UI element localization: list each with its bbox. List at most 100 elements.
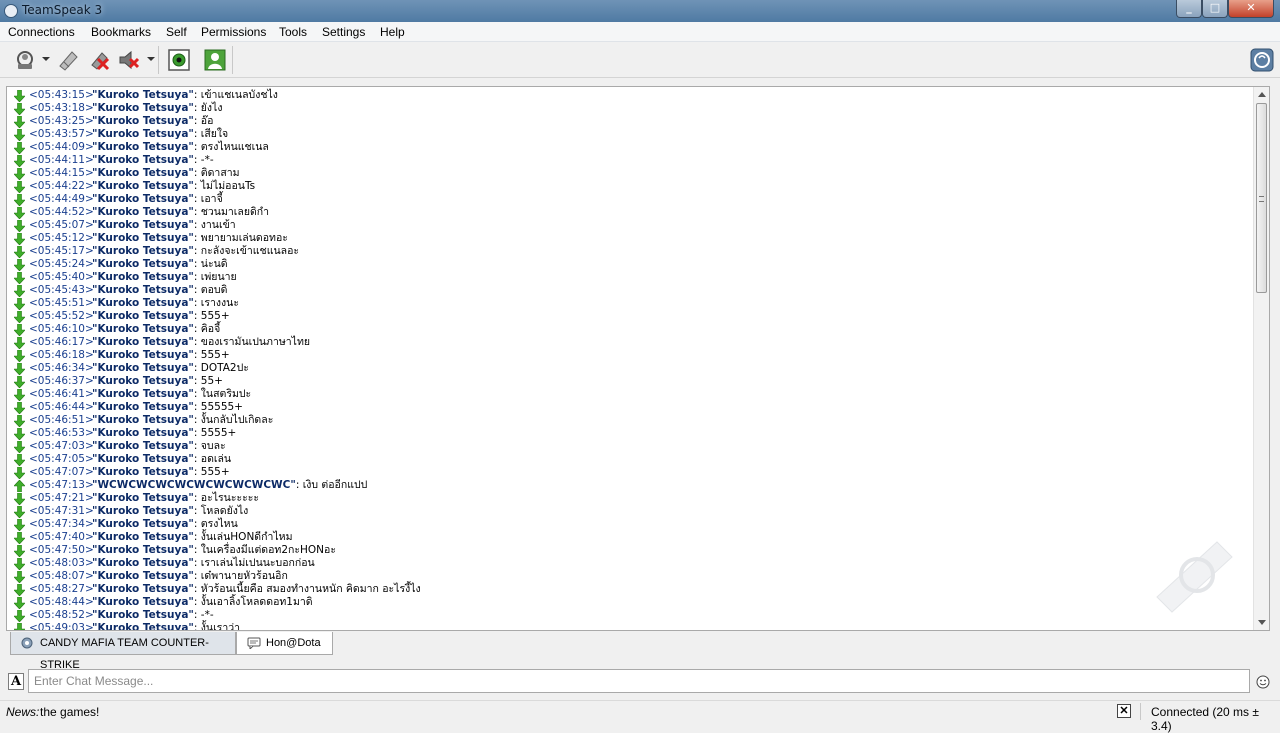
message-timestamp: <05:47:31> <box>29 505 94 517</box>
chat-message-row: <05:47:31> "Kuroko Tetsuya": โหลดยังไง <box>11 505 1241 518</box>
menu-tools[interactable]: Tools <box>279 25 307 39</box>
message-body: "Kuroko Tetsuya": เรางงนะ <box>92 297 239 310</box>
message-timestamp: <05:45:24> <box>29 258 94 270</box>
message-sender[interactable]: "Kuroko Tetsuya" <box>92 570 194 582</box>
message-sender[interactable]: "Kuroko Tetsuya" <box>92 128 194 140</box>
message-body: "Kuroko Tetsuya": 555+ <box>92 466 230 479</box>
chat-message-row: <05:47:34> "Kuroko Tetsuya": ตรงไหน <box>11 518 1241 531</box>
message-sender[interactable]: "Kuroko Tetsuya" <box>92 596 194 608</box>
message-sender[interactable]: "Kuroko Tetsuya" <box>92 167 194 179</box>
message-sender[interactable]: "Kuroko Tetsuya" <box>92 310 194 322</box>
message-sender[interactable]: "Kuroko Tetsuya" <box>92 141 194 153</box>
message-body: "Kuroko Tetsuya": พยายามเล่นดอทอะ <box>92 232 288 245</box>
chat-message-row: <05:47:05> "Kuroko Tetsuya": อดเล่น <box>11 453 1241 466</box>
message-sender[interactable]: "Kuroko Tetsuya" <box>92 440 194 452</box>
message-sender[interactable]: "WCWCWCWCWCWCWCWCWCWC" <box>92 479 296 491</box>
message-sender[interactable]: "Kuroko Tetsuya" <box>92 544 194 556</box>
chat-log[interactable]: <05:43:15> "Kuroko Tetsuya": เข้าแชเนลบัง… <box>6 86 1270 631</box>
minimize-button[interactable]: _ <box>1176 0 1202 18</box>
message-sender[interactable]: "Kuroko Tetsuya" <box>92 505 194 517</box>
chat-message-row: <05:45:40> "Kuroko Tetsuya": เพ่ยนาย <box>11 271 1241 284</box>
chat-message-row: <05:45:51> "Kuroko Tetsuya": เรางงนะ <box>11 297 1241 310</box>
scroll-up-arrow[interactable] <box>1258 92 1266 97</box>
message-text: : ไม่ไม่ออนTs <box>193 180 256 192</box>
scroll-thumb[interactable] <box>1256 103 1267 293</box>
incoming-arrow-icon <box>14 532 25 544</box>
tab-server-label: CANDY MAFIA TEAM COUNTER-STRIKE <box>40 637 209 671</box>
connect-dropdown-arrow[interactable] <box>42 57 50 61</box>
message-text: : น่ะนดิ <box>193 258 228 270</box>
message-sender[interactable]: "Kuroko Tetsuya" <box>92 284 194 296</box>
capture-icon[interactable] <box>167 48 191 72</box>
menu-help[interactable]: Help <box>380 25 405 39</box>
message-sender[interactable]: "Kuroko Tetsuya" <box>92 89 194 101</box>
message-text: : หัวร้อนเนี้ยคือ สมองทำงานหนัก คิดมาก อ… <box>193 583 421 595</box>
message-sender[interactable]: "Kuroko Tetsuya" <box>92 609 194 621</box>
message-sender[interactable]: "Kuroko Tetsuya" <box>92 206 194 218</box>
emoticon-icon[interactable] <box>1256 675 1270 689</box>
message-sender[interactable]: "Kuroko Tetsuya" <box>92 427 194 439</box>
message-timestamp: <05:45:07> <box>29 219 94 231</box>
message-sender[interactable]: "Kuroko Tetsuya" <box>92 219 194 231</box>
message-text: : เข้าแชเนลบังชไง <box>193 89 278 101</box>
incoming-arrow-icon <box>14 168 25 180</box>
menu-permissions[interactable]: Permissions <box>201 25 266 39</box>
message-sender[interactable]: "Kuroko Tetsuya" <box>92 102 194 114</box>
message-sender[interactable]: "Kuroko Tetsuya" <box>92 336 194 348</box>
mute-microphone-icon[interactable] <box>87 48 111 72</box>
message-sender[interactable]: "Kuroko Tetsuya" <box>92 193 194 205</box>
message-sender[interactable]: "Kuroko Tetsuya" <box>92 518 194 530</box>
message-sender[interactable]: "Kuroko Tetsuya" <box>92 414 194 426</box>
close-news-button[interactable]: ✕ <box>1117 704 1131 718</box>
message-sender[interactable]: "Kuroko Tetsuya" <box>92 557 194 569</box>
chat-message-row: <05:47:03> "Kuroko Tetsuya": จบละ <box>11 440 1241 453</box>
message-sender[interactable]: "Kuroko Tetsuya" <box>92 180 194 192</box>
away-icon[interactable] <box>56 48 80 72</box>
message-sender[interactable]: "Kuroko Tetsuya" <box>92 271 194 283</box>
tab-channel[interactable]: Hon@Dota <box>236 632 333 655</box>
chat-message-input[interactable] <box>28 669 1250 693</box>
news-text: the games! <box>40 705 100 719</box>
message-sender[interactable]: "Kuroko Tetsuya" <box>92 258 194 270</box>
message-body: "Kuroko Tetsuya": โหลดยังไง <box>92 505 248 518</box>
message-sender[interactable]: "Kuroko Tetsuya" <box>92 154 194 166</box>
message-sender[interactable]: "Kuroko Tetsuya" <box>92 297 194 309</box>
message-sender[interactable]: "Kuroko Tetsuya" <box>92 622 194 630</box>
incoming-arrow-icon <box>14 623 25 630</box>
text-format-button[interactable]: A <box>8 673 24 690</box>
toolbar-separator <box>158 46 159 74</box>
message-timestamp: <05:43:18> <box>29 102 94 114</box>
menu-settings[interactable]: Settings <box>322 25 365 39</box>
message-sender[interactable]: "Kuroko Tetsuya" <box>92 531 194 543</box>
message-sender[interactable]: "Kuroko Tetsuya" <box>92 232 194 244</box>
message-text: : เรางงนะ <box>193 297 239 309</box>
message-body: "Kuroko Tetsuya": กะลังจะเข้าแชแนลอะ <box>92 245 299 258</box>
chat-scrollbar[interactable] <box>1253 87 1269 630</box>
menu-bookmarks[interactable]: Bookmarks <box>91 25 151 39</box>
message-sender[interactable]: "Kuroko Tetsuya" <box>92 375 194 387</box>
close-button[interactable]: ✕ <box>1228 0 1274 18</box>
message-sender[interactable]: "Kuroko Tetsuya" <box>92 466 194 478</box>
chat-message-row: <05:45:24> "Kuroko Tetsuya": น่ะนดิ <box>11 258 1241 271</box>
message-sender[interactable]: "Kuroko Tetsuya" <box>92 388 194 400</box>
speakers-dropdown-arrow[interactable] <box>147 57 155 61</box>
teamspeak-logo-icon[interactable] <box>1250 48 1274 72</box>
tab-server[interactable]: CANDY MAFIA TEAM COUNTER-STRIKE <box>10 632 236 671</box>
connect-icon[interactable] <box>14 48 38 72</box>
message-sender[interactable]: "Kuroko Tetsuya" <box>92 349 194 361</box>
scroll-down-arrow[interactable] <box>1258 620 1266 625</box>
menu-connections[interactable]: Connections <box>8 25 75 39</box>
message-sender[interactable]: "Kuroko Tetsuya" <box>92 453 194 465</box>
message-sender[interactable]: "Kuroko Tetsuya" <box>92 115 194 127</box>
message-sender[interactable]: "Kuroko Tetsuya" <box>92 362 194 374</box>
subscribe-icon[interactable] <box>203 48 227 72</box>
message-sender[interactable]: "Kuroko Tetsuya" <box>92 245 194 257</box>
message-sender[interactable]: "Kuroko Tetsuya" <box>92 492 194 504</box>
message-sender[interactable]: "Kuroko Tetsuya" <box>92 323 194 335</box>
message-sender[interactable]: "Kuroko Tetsuya" <box>92 401 194 413</box>
maximize-button[interactable]: □ <box>1202 0 1228 18</box>
chat-message-row: <05:44:49> "Kuroko Tetsuya": เอาจี้ <box>11 193 1241 206</box>
message-sender[interactable]: "Kuroko Tetsuya" <box>92 583 194 595</box>
menu-self[interactable]: Self <box>166 25 187 39</box>
mute-speakers-icon[interactable] <box>117 48 141 72</box>
